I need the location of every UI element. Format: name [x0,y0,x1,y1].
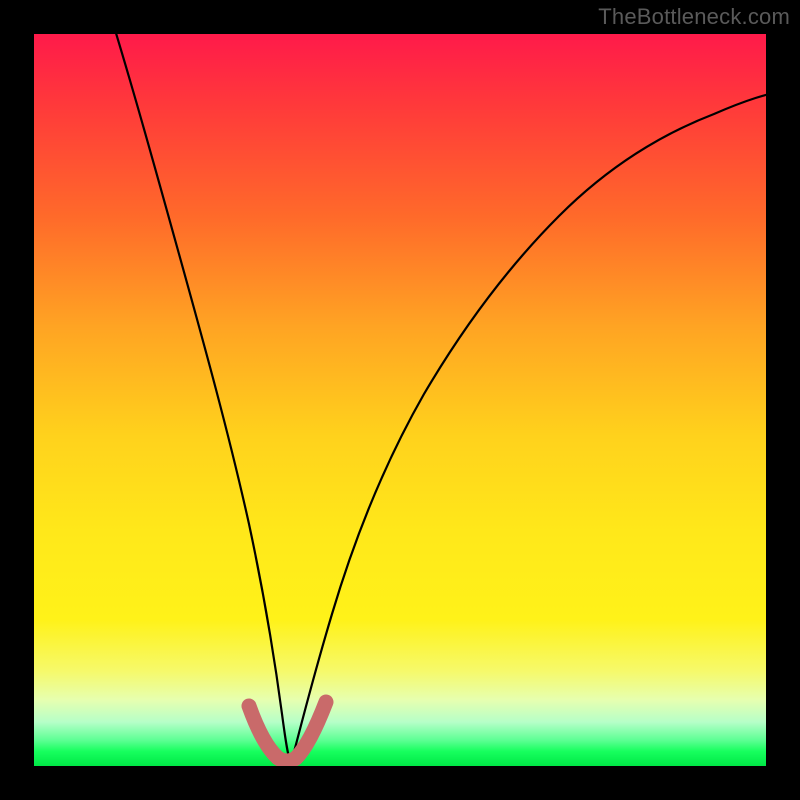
curve-layer [34,34,766,766]
outer-frame: TheBottleneck.com [0,0,800,800]
watermark-text: TheBottleneck.com [598,4,790,30]
bottleneck-curve [104,34,766,760]
plot-area [34,34,766,766]
